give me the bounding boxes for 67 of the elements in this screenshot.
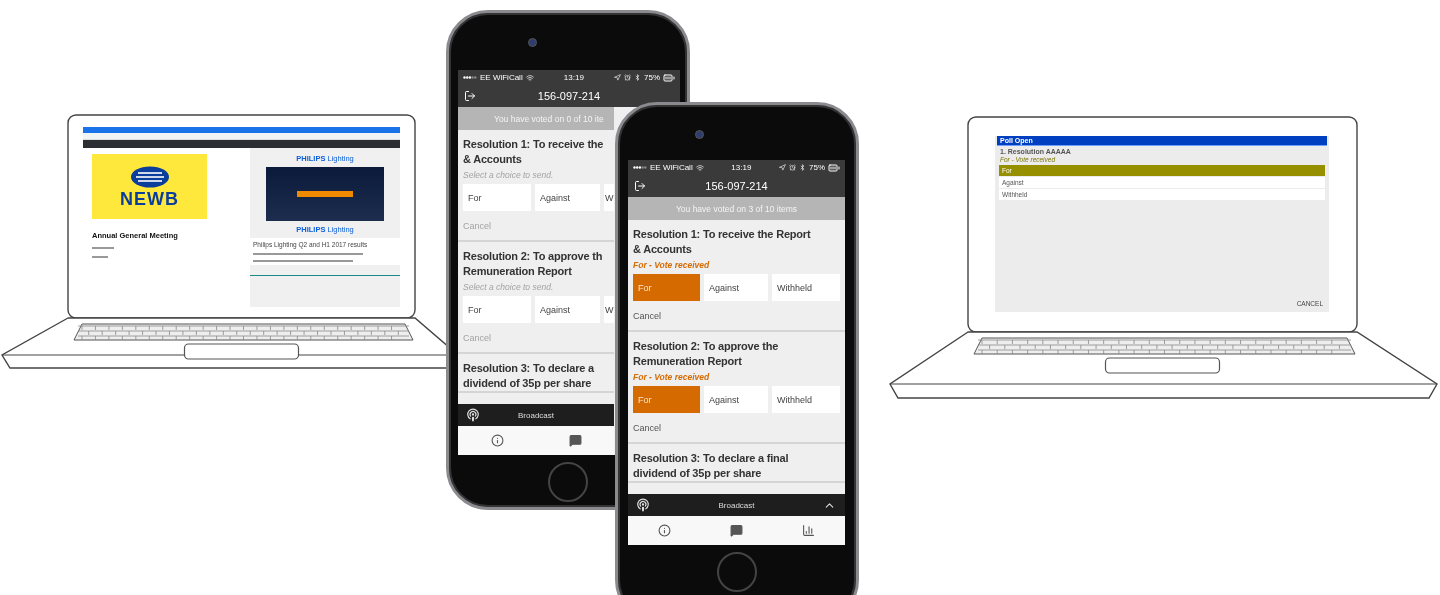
alarm-icon [624, 74, 631, 81]
text-placeholder-line [92, 256, 108, 258]
logo-text: NEWB [120, 189, 179, 208]
resolution-title: Remuneration Report [633, 354, 743, 369]
camera-icon [695, 130, 704, 139]
vote-option[interactable]: Against [535, 184, 600, 211]
meeting-id: 156-097-214 [536, 90, 602, 102]
broadcast-icon [466, 408, 480, 422]
resolution-title: & Accounts [633, 242, 693, 257]
info-icon[interactable] [490, 434, 504, 447]
resolution-title: Resolution 3: To declare a [463, 361, 596, 376]
battery-icon [663, 71, 675, 84]
vote-status: For - Vote received [633, 372, 711, 382]
vote-option[interactable]: W [604, 296, 614, 323]
chart-icon[interactable] [802, 524, 816, 537]
location-icon [779, 164, 786, 171]
resolution-title: Resolution 2: To approve th [463, 249, 604, 264]
resolution-title: Resolution 2: To approve the [633, 339, 780, 354]
vote-option[interactable]: Withheld [772, 386, 840, 413]
resolution-title: & Accounts [463, 152, 523, 167]
carrier-name: EE WiFiCall [480, 73, 523, 82]
logo-emblem-icon [129, 165, 170, 188]
wifi-icon [695, 163, 704, 172]
resolution-title: dividend of 35p per share [463, 376, 593, 391]
broadcast-label: Broadcast [517, 410, 555, 420]
broadcast-bar[interactable]: Broadcast [458, 404, 614, 426]
signal-icon [463, 75, 477, 80]
camera-icon [528, 38, 537, 47]
resolution-title: Remuneration Report [463, 264, 573, 279]
vote-option[interactable]: For [463, 296, 531, 323]
broadcast-label: Broadcast [717, 500, 756, 510]
cancel-button[interactable]: Cancel [633, 423, 661, 433]
bluetooth-icon [634, 74, 641, 81]
vote-option[interactable]: W [604, 184, 614, 211]
carrier-name: EE WiFiCall [650, 163, 693, 172]
vote-option[interactable]: Against [535, 296, 600, 323]
alarm-icon [789, 164, 796, 171]
hint-text: Select a choice to send. [463, 170, 555, 180]
wifi-icon [525, 73, 534, 82]
hint-text: Select a choice to send. [463, 282, 555, 292]
signal-icon [633, 165, 647, 170]
exit-icon[interactable] [464, 90, 476, 102]
text-placeholder-line [92, 247, 114, 249]
chat-icon[interactable] [568, 434, 582, 447]
exit-icon[interactable] [634, 180, 646, 192]
meeting-id: 156-097-214 [704, 180, 769, 192]
status-time: 13:19 [731, 163, 752, 172]
resolution-title: dividend of 35p per share [633, 466, 763, 481]
status-time: 13:19 [563, 73, 584, 82]
location-icon [614, 74, 621, 81]
info-icon[interactable] [657, 524, 671, 537]
bluetooth-icon [799, 164, 806, 171]
vote-option[interactable]: Withheld [772, 274, 840, 301]
resolution-title: Resolution 3: To declare a final [633, 451, 790, 466]
vote-option[interactable]: Against [704, 386, 768, 413]
resolution-title: Resolution 1: To receive the [463, 137, 605, 152]
battery-icon [828, 161, 840, 174]
battery-percent: 75% [809, 163, 825, 172]
vote-option[interactable]: Against [704, 274, 768, 301]
cancel-button[interactable]: Cancel [633, 311, 661, 321]
vote-option[interactable]: For [463, 184, 531, 211]
broadcast-bar[interactable]: Broadcast [628, 494, 845, 516]
broadcast-icon [636, 498, 650, 512]
battery-percent: 75% [644, 73, 660, 82]
resolution-title: Resolution 1: To receive the Report [633, 227, 812, 242]
vote-status: For - Vote received [633, 260, 711, 270]
chat-icon[interactable] [730, 524, 743, 537]
